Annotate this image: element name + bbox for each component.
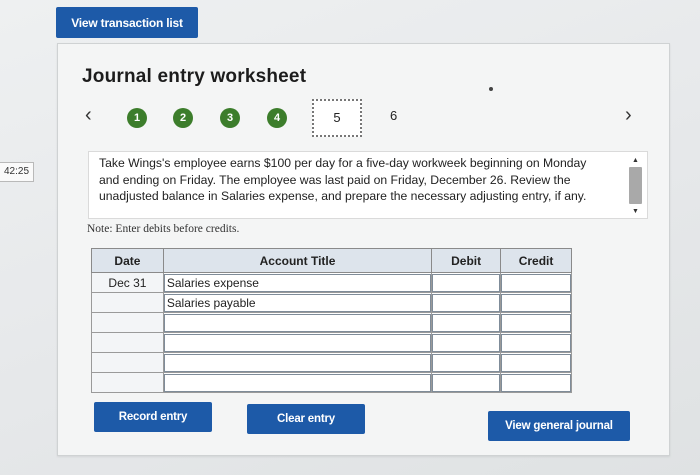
scroll-up-icon[interactable]: ▲ <box>628 156 643 165</box>
chevron-left-icon[interactable]: ‹ <box>85 104 92 127</box>
step-3[interactable]: 3 <box>220 108 240 128</box>
table-row <box>91 312 572 333</box>
date-cell[interactable] <box>91 312 164 333</box>
table-row <box>91 372 572 393</box>
step-1[interactable]: 1 <box>127 108 147 128</box>
decorative-dot <box>489 87 493 91</box>
chevron-right-icon[interactable]: › <box>625 104 632 127</box>
clear-entry-button[interactable]: Clear entry <box>247 404 365 434</box>
step-6[interactable]: 6 <box>390 108 397 123</box>
timer: 42:25 <box>0 162 34 182</box>
debit-input[interactable] <box>432 353 501 372</box>
credit-input[interactable] <box>501 333 571 352</box>
table-row <box>91 292 572 313</box>
debit-input[interactable] <box>432 313 501 332</box>
date-cell[interactable] <box>91 332 164 353</box>
debit-input[interactable] <box>432 293 501 312</box>
table-row <box>91 332 572 353</box>
date-cell[interactable] <box>91 352 164 373</box>
header-debit: Debit <box>431 248 502 273</box>
table-row: Dec 31 <box>91 272 572 293</box>
account-title-input[interactable] <box>163 353 432 372</box>
date-cell[interactable] <box>91 372 164 393</box>
view-general-journal-button[interactable]: View general journal <box>488 411 630 441</box>
instructions-text: Take Wings's employee earns $100 per day… <box>99 156 587 203</box>
date-cell[interactable]: Dec 31 <box>91 272 164 293</box>
instructions-box: Take Wings's employee earns $100 per day… <box>88 151 648 219</box>
worksheet-title: Journal entry worksheet <box>82 66 307 87</box>
header-date: Date <box>91 248 164 273</box>
step-5-current[interactable]: 5 <box>312 99 362 137</box>
step-4[interactable]: 4 <box>267 108 287 128</box>
journal-entry-worksheet-panel: Journal entry worksheet ‹ › 1 2 3 4 5 6 … <box>57 43 670 456</box>
view-transaction-list-button[interactable]: View transaction list <box>56 7 198 38</box>
header-account-title: Account Title <box>162 248 433 273</box>
debit-input[interactable] <box>432 373 501 392</box>
table-header-row: Date Account Title Debit Credit <box>91 248 572 273</box>
debit-input[interactable] <box>432 273 501 292</box>
step-2[interactable]: 2 <box>173 108 193 128</box>
account-title-input[interactable] <box>163 273 432 292</box>
account-title-input[interactable] <box>163 313 432 332</box>
credit-input[interactable] <box>501 353 571 372</box>
credit-input[interactable] <box>501 313 571 332</box>
journal-entry-table: Date Account Title Debit Credit Dec 31 <box>91 248 572 393</box>
account-title-input[interactable] <box>163 333 432 352</box>
record-entry-button[interactable]: Record entry <box>94 402 212 432</box>
debit-input[interactable] <box>432 333 501 352</box>
date-cell[interactable] <box>91 292 164 313</box>
note-text: Note: Enter debits before credits. <box>87 223 240 235</box>
credit-input[interactable] <box>501 273 571 292</box>
instructions-scrollbar[interactable]: ▲ ▼ <box>628 156 643 216</box>
scroll-thumb[interactable] <box>629 167 642 204</box>
header-credit: Credit <box>500 248 572 273</box>
table-row <box>91 352 572 373</box>
scroll-down-icon[interactable]: ▼ <box>628 207 643 216</box>
credit-input[interactable] <box>501 293 571 312</box>
account-title-input[interactable] <box>163 373 432 392</box>
credit-input[interactable] <box>501 373 571 392</box>
account-title-input[interactable] <box>163 293 432 312</box>
